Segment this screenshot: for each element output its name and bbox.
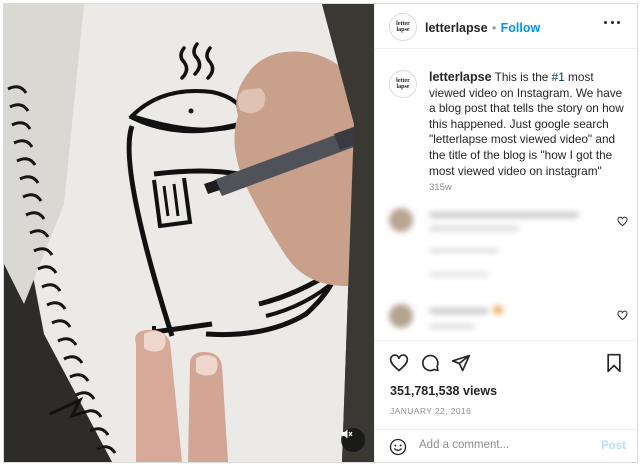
comment-text-redacted xyxy=(429,226,519,231)
add-comment-input[interactable] xyxy=(419,439,579,451)
comment-like-icon[interactable] xyxy=(617,310,628,321)
video-frame-drawing xyxy=(4,4,374,462)
follow-button[interactable]: Follow xyxy=(501,21,541,35)
caption-text-start: This is the xyxy=(494,70,552,84)
share-icon[interactable] xyxy=(451,353,471,373)
more-icon-dot xyxy=(617,20,620,24)
add-comment-bar: Post xyxy=(375,429,637,462)
view-count[interactable]: 351,781,538 views xyxy=(390,384,497,398)
emoji-icon[interactable] xyxy=(389,438,407,456)
caption-author-avatar[interactable]: letter lapse xyxy=(389,70,417,98)
comment-avatar xyxy=(389,304,413,328)
comment-text-redacted xyxy=(429,308,489,314)
separator-dot: • xyxy=(491,21,497,35)
author-avatar[interactable]: letter lapse xyxy=(389,13,417,41)
caption-hashtag[interactable]: #1 xyxy=(552,70,565,84)
bookmark-icon[interactable] xyxy=(605,353,623,373)
comment-item xyxy=(375,300,637,340)
comment-avatar xyxy=(389,208,413,232)
post-date[interactable]: JANUARY 22, 2016 xyxy=(390,406,471,416)
heart-icon[interactable] xyxy=(389,353,409,373)
volume-muted-icon xyxy=(342,429,353,439)
post-header: letter lapse letterlapse • Follow xyxy=(375,4,637,49)
comment-replies-redacted xyxy=(429,272,489,277)
post-caption: letterlapse This is the #1 most viewed v… xyxy=(429,70,625,179)
more-icon-dot xyxy=(610,20,614,24)
comment-icon[interactable] xyxy=(420,353,440,373)
comment-text-redacted xyxy=(429,324,475,329)
post-comment-button[interactable]: Post xyxy=(601,440,626,452)
more-options-button[interactable] xyxy=(604,18,620,26)
more-icon xyxy=(604,20,607,24)
comment-emoji-redacted xyxy=(493,305,503,315)
post-details-panel: letter lapse letterlapse • Follow letter… xyxy=(374,4,637,462)
comment-meta-redacted xyxy=(429,248,499,253)
caption-username[interactable]: letterlapse xyxy=(429,70,492,84)
caption-time-ago: 315w xyxy=(429,182,452,193)
comment-text-redacted xyxy=(429,212,579,218)
author-username[interactable]: letterlapse xyxy=(425,21,488,35)
avatar-logo-text: letter lapse xyxy=(396,21,410,33)
comment-like-icon[interactable] xyxy=(617,216,628,227)
avatar-logo-text: letter lapse xyxy=(396,78,410,90)
post-modal: letter lapse letterlapse • Follow letter… xyxy=(3,3,638,463)
caption-text-end: most viewed video on Instagram. We have … xyxy=(429,70,624,178)
post-actions: 351,781,538 views JANUARY 22, 2016 Post xyxy=(375,340,637,462)
comment-item xyxy=(375,202,637,282)
post-video[interactable] xyxy=(4,4,374,462)
mute-button[interactable] xyxy=(341,428,365,452)
